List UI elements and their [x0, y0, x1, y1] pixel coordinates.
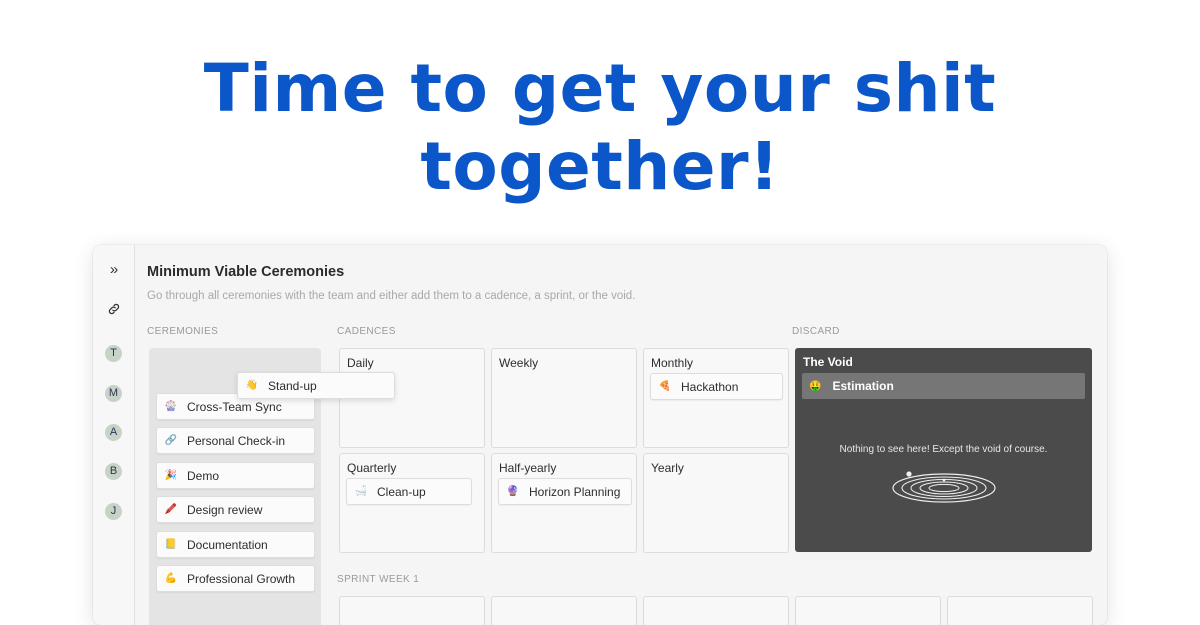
crystal-ball-icon: 🔮: [506, 486, 520, 497]
cadence-title: Weekly: [499, 356, 539, 370]
sprint-slot[interactable]: [947, 596, 1093, 625]
void-dropzone[interactable]: The Void 🤑 Estimation Nothing to see her…: [795, 348, 1092, 552]
link-icon: 🔗: [164, 435, 178, 446]
cadence-title: Half-yearly: [499, 461, 557, 475]
cadence-title: Yearly: [651, 461, 684, 475]
section-label-discard: DISCARD: [792, 326, 840, 337]
ceremony-label: Design review: [187, 502, 263, 517]
money-mouth-face-icon: 🤑: [809, 380, 822, 392]
cadence-monthly[interactable]: Monthly 🍕 Hackathon: [643, 348, 789, 448]
app-window: » T M A B J Minimum Viable Ceremonies Go…: [93, 245, 1107, 625]
avatar[interactable]: T: [105, 345, 122, 362]
avatar[interactable]: J: [105, 503, 122, 520]
pizza-icon: 🍕: [658, 381, 672, 392]
section-label-ceremonies: CEREMONIES: [147, 326, 219, 337]
cadence-title: Monthly: [651, 356, 694, 370]
waving-hand-icon: 👋: [245, 380, 259, 391]
notebook-icon: 📒: [164, 539, 178, 550]
hero-headline: Time to get your shit together!: [0, 50, 1200, 206]
ceremony-label: Hackathon: [681, 379, 739, 394]
black-hole-icon: [892, 471, 996, 503]
ceremony-label: Stand-up: [268, 378, 317, 393]
sprint-slot[interactable]: [643, 596, 789, 625]
ceremony-label: Clean-up: [377, 484, 426, 499]
sprint-slot[interactable]: [339, 596, 485, 625]
ceremony-label: Professional Growth: [187, 571, 296, 586]
board-title: Minimum Viable Ceremonies: [147, 264, 345, 280]
sprint-slot[interactable]: [795, 596, 941, 625]
crayon-icon: 🖍️: [164, 504, 178, 515]
ceremony-label: Cross-Team Sync: [187, 399, 282, 414]
double-chevron-right-icon[interactable]: »: [105, 261, 123, 279]
board-subtitle: Go through all ceremonies with the team …: [147, 290, 636, 302]
cadence-halfyearly[interactable]: Half-yearly 🔮 Horizon Planning: [491, 453, 637, 553]
ceremony-label: Documentation: [187, 537, 268, 552]
section-label-cadences: CADENCES: [337, 326, 396, 337]
ceremony-card[interactable]: 🖍️ Design review: [156, 496, 315, 523]
hero-line-1: Time to get your shit: [203, 50, 997, 127]
bathtub-icon: 🛁: [354, 486, 368, 497]
cadence-title: Quarterly: [347, 461, 397, 475]
ceremony-card[interactable]: 🍕 Hackathon: [650, 373, 783, 400]
avatar[interactable]: A: [105, 424, 122, 441]
ceremony-card[interactable]: 💪 Professional Growth: [156, 565, 315, 592]
ceremony-card[interactable]: 🤑 Estimation: [802, 373, 1085, 399]
left-rail: » T M A B J: [93, 245, 135, 625]
avatar[interactable]: M: [105, 385, 122, 402]
cadence-yearly[interactable]: Yearly: [643, 453, 789, 553]
ceremony-label: Horizon Planning: [529, 484, 621, 499]
cadence-title: Daily: [347, 356, 374, 370]
ceremony-label: Estimation: [832, 379, 894, 393]
void-title: The Void: [803, 355, 853, 369]
party-popper-icon: 🎉: [164, 470, 178, 481]
dragged-ceremony-card[interactable]: 👋 Stand-up: [237, 372, 395, 399]
ceremony-card[interactable]: 🛁 Clean-up: [346, 478, 472, 505]
ceremony-label: Personal Check-in: [187, 433, 286, 448]
void-empty-message: Nothing to see here! Except the void of …: [839, 444, 1048, 455]
flexed-biceps-icon: 💪: [164, 573, 178, 584]
sprint-slot[interactable]: [491, 596, 637, 625]
cadence-quarterly[interactable]: Quarterly 🛁 Clean-up: [339, 453, 485, 553]
ferris-wheel-icon: 🎡: [164, 401, 178, 412]
ceremony-card[interactable]: 🔗 Personal Check-in: [156, 427, 315, 454]
ceremony-card[interactable]: 🔮 Horizon Planning: [498, 478, 632, 505]
cadence-weekly[interactable]: Weekly: [491, 348, 637, 448]
section-label-sprint: SPRINT WEEK 1: [337, 574, 420, 585]
hero-line-2: together!: [420, 128, 780, 205]
ceremony-card[interactable]: 🎉 Demo: [156, 462, 315, 489]
ceremony-label: Demo: [187, 468, 220, 483]
link-icon[interactable]: [105, 302, 123, 320]
ceremony-card[interactable]: 📒 Documentation: [156, 531, 315, 558]
avatar[interactable]: B: [105, 463, 122, 480]
